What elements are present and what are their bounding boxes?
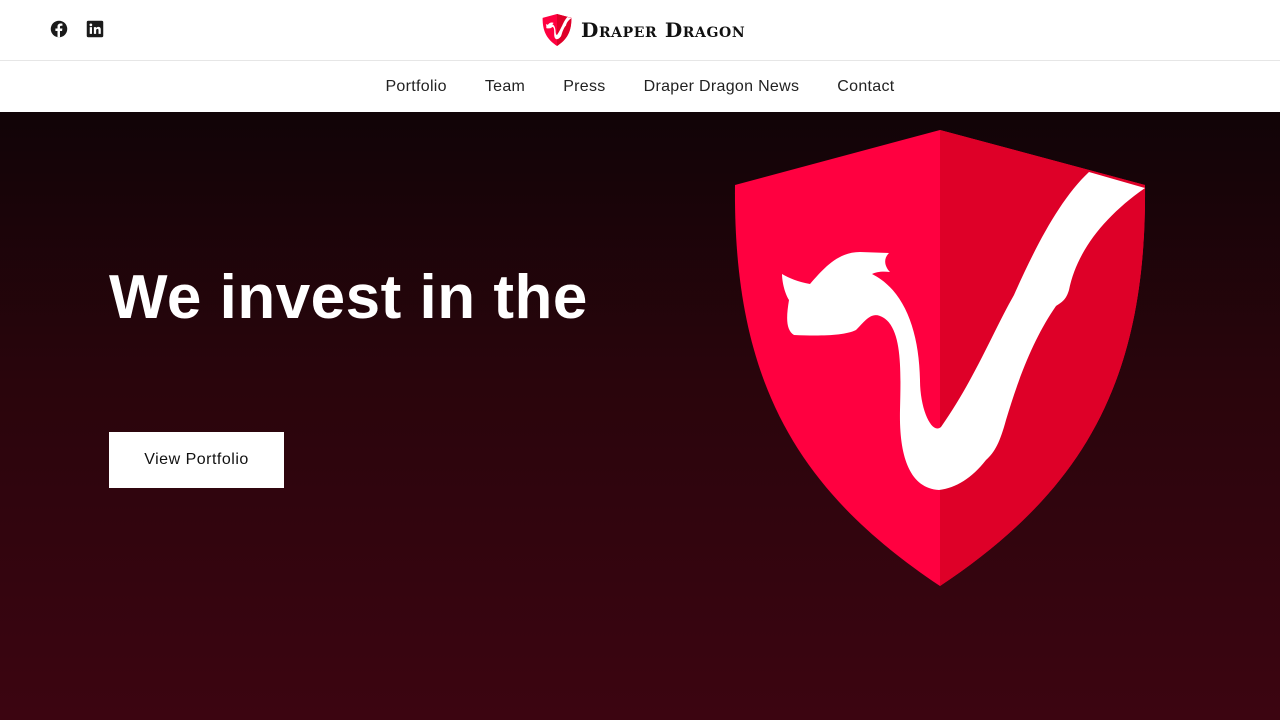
nav-item-contact: Contact (837, 78, 894, 96)
facebook-link[interactable] (50, 20, 68, 38)
hero-section: We invest in the View Portfolio (0, 112, 1280, 720)
social-links (50, 20, 104, 38)
hero-title: We invest in the (109, 263, 588, 332)
nav-item-team: Team (485, 78, 525, 96)
nav-link-contact[interactable]: Contact (837, 78, 894, 95)
nav-link-press[interactable]: Press (563, 78, 605, 95)
dragon-shield-logo-icon (542, 14, 572, 46)
top-header: Draper Dragon (0, 0, 1280, 61)
linkedin-icon (86, 20, 104, 38)
view-portfolio-button[interactable]: View Portfolio (109, 432, 284, 488)
nav-item-portfolio: Portfolio (385, 78, 446, 96)
nav-link-team[interactable]: Team (485, 78, 525, 95)
brand-logo-link[interactable]: Draper Dragon (542, 14, 745, 46)
nav-item-news: Draper Dragon News (644, 78, 800, 96)
linkedin-link[interactable] (86, 20, 104, 38)
nav-link-draper-dragon-news[interactable]: Draper Dragon News (644, 78, 800, 95)
nav-item-press: Press (563, 78, 605, 96)
nav-list: Portfolio Team Press Draper Dragon News … (385, 78, 894, 96)
brand-name: Draper Dragon (581, 18, 746, 42)
main-navigation: Portfolio Team Press Draper Dragon News … (0, 61, 1280, 112)
nav-link-portfolio[interactable]: Portfolio (385, 78, 446, 95)
dragon-shield-emblem-icon (734, 130, 1146, 586)
facebook-icon (50, 20, 68, 38)
